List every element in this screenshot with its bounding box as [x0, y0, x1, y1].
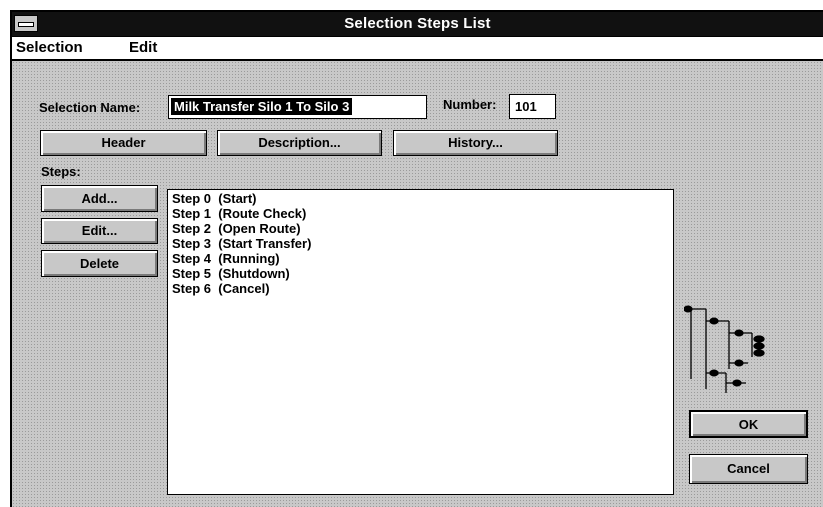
list-item[interactable]: Step 1 (Route Check) [172, 206, 306, 221]
list-item[interactable]: Step 3 (Start Transfer) [172, 236, 311, 251]
selection-steps-window: Selection Steps List Selection Edit Sele… [10, 10, 823, 507]
history-button[interactable]: History... [393, 130, 558, 156]
list-item[interactable]: Step 4 (Running) [172, 251, 280, 266]
menu-selection[interactable]: Selection [16, 39, 83, 56]
menu-edit[interactable]: Edit [129, 39, 157, 56]
cancel-button[interactable]: Cancel [689, 454, 808, 484]
list-item[interactable]: Step 0 (Start) [172, 191, 257, 206]
selection-name-input[interactable]: Milk Transfer Silo 1 To Silo 3 [168, 95, 427, 119]
selection-name-label: Selection Name: [39, 100, 141, 115]
number-input[interactable]: 101 [509, 94, 556, 119]
tree-diagram-icon [684, 305, 765, 393]
list-item[interactable]: Step 6 (Cancel) [172, 281, 270, 296]
header-button[interactable]: Header [40, 130, 207, 156]
ok-button[interactable]: OK [689, 410, 808, 438]
edit-step-button[interactable]: Edit... [41, 218, 158, 244]
add-step-button[interactable]: Add... [41, 185, 158, 212]
description-button[interactable]: Description... [217, 130, 382, 156]
list-item[interactable]: Step 5 (Shutdown) [172, 266, 290, 281]
delete-step-button[interactable]: Delete [41, 250, 158, 277]
title-bar[interactable]: Selection Steps List [12, 12, 823, 37]
menu-bar: Selection Edit [12, 37, 823, 61]
steps-listbox[interactable]: Step 0 (Start) Step 1 (Route Check) Step… [167, 189, 674, 495]
dialog-client-area: Selection Name: Milk Transfer Silo 1 To … [12, 61, 823, 507]
window-title: Selection Steps List [344, 15, 491, 32]
selection-name-value: Milk Transfer Silo 1 To Silo 3 [171, 98, 353, 115]
steps-label: Steps: [41, 164, 81, 179]
list-item[interactable]: Step 2 (Open Route) [172, 221, 301, 236]
number-label: Number: [443, 97, 497, 112]
